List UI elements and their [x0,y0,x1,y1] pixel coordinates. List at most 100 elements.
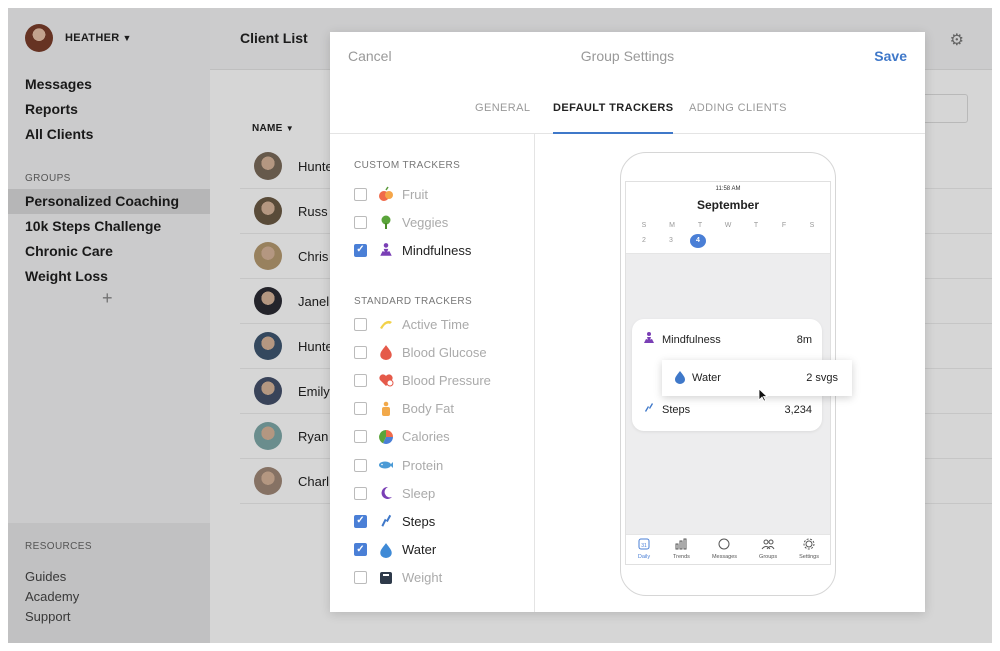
blood-glucose-icon [378,344,394,361]
client-name: Chris [298,248,329,264]
group-personalized-coaching[interactable]: Personalized Coaching [8,189,210,214]
tracker-label: Body Fat [402,401,455,417]
trends-tab[interactable]: Trends [673,535,690,564]
water-tracker-drag-item[interactable]: Water 2 svgs [662,360,852,396]
nav-all-clients[interactable]: All Clients [25,122,93,147]
client-name: Hunte [298,338,333,354]
client-name: Charli [298,473,332,489]
avatar [254,152,282,180]
calendar-date[interactable]: 2 [636,234,652,248]
daily-tab[interactable]: 31 Daily [637,535,651,564]
group-chronic-care[interactable]: Chronic Care [8,239,210,264]
avatar [254,467,282,495]
nav-reports[interactable]: Reports [25,97,93,122]
settings-tabs: GENERAL DEFAULT TRACKERS ADDING CLIENTS [330,94,925,134]
save-button[interactable]: Save [874,48,907,64]
checkbox[interactable] [354,430,367,444]
name-column-header[interactable]: NAME ▼ [252,123,294,134]
tracker-blood-glucose[interactable]: Blood Glucose [354,342,487,362]
groups-tab[interactable]: Groups [759,535,777,564]
divider [534,134,535,612]
checkbox[interactable] [354,514,367,528]
client-name: Emily [298,383,330,399]
group-weight-loss[interactable]: Weight Loss [8,264,210,289]
user-menu[interactable]: HEATHER ▼ [25,24,131,52]
link-guides[interactable]: Guides [25,567,79,587]
tracker-label: Blood Glucose [402,344,487,360]
tracker-label: Fruit [402,186,428,202]
checkbox[interactable] [354,373,367,387]
tracker-label: Blood Pressure [402,372,491,388]
body-fat-icon [378,401,394,417]
tracker-label: Water [402,542,437,558]
tracker-weight[interactable]: Weight [354,568,442,588]
calendar-date[interactable]: 3 [663,234,679,248]
checkbox[interactable] [354,402,367,416]
checkbox[interactable] [354,317,367,331]
weekday-label: S [641,222,647,229]
tracker-label: Mindfulness [402,242,472,258]
messages-tab[interactable]: Messages [712,535,737,564]
tab-label: Messages [711,554,738,560]
tracker-label: Protein [402,457,444,473]
tracker-fruit[interactable]: Fruit [354,184,428,204]
protein-icon [378,457,394,473]
avatar [254,377,282,405]
tracker-blood-pressure[interactable]: Blood Pressure [354,370,491,390]
tracker-label: Steps [402,513,436,529]
tracker-label: Weight [402,570,443,586]
tracker-water[interactable]: Water [354,540,436,560]
weight-icon [378,570,394,586]
group-10k-steps[interactable]: 10k Steps Challenge [8,214,210,239]
checkbox[interactable] [354,543,367,557]
calendar-date[interactable]: 4 [690,234,706,248]
checkbox[interactable] [354,187,367,201]
tracker-active-time[interactable]: Active Time [354,314,469,334]
tracker-label: Calories [402,429,450,445]
sidebar-nav: Messages Reports All Clients [25,72,93,147]
tracker-body-fat[interactable]: Body Fat [354,399,454,419]
resources-panel: RESOURCES Guides Academy Support [8,523,210,643]
resources-title: RESOURCES [25,541,92,552]
tracker-label: Active Time [402,316,470,332]
avatar [254,422,282,450]
avatar [254,242,282,270]
water-icon [674,370,686,387]
cancel-button[interactable]: Cancel [348,48,392,64]
tab-label: Groups [759,554,778,560]
tracker-steps[interactable]: Steps [354,511,435,531]
gear-icon[interactable]: ⚙ [950,30,964,50]
checkbox[interactable] [354,345,367,359]
tab-label: Settings [799,554,819,560]
link-support[interactable]: Support [25,607,79,627]
checkbox[interactable] [354,215,367,229]
settings-tab[interactable]: Settings [799,535,819,564]
tracker-calories[interactable]: Calories [354,427,450,447]
people-icon [761,538,775,554]
tracker-protein[interactable]: Protein [354,455,443,475]
tab-general[interactable]: GENERAL [475,102,530,134]
checkbox[interactable] [354,571,367,585]
nav-messages[interactable]: Messages [25,72,93,97]
calories-icon [378,429,394,445]
add-group-button[interactable]: + [102,288,113,309]
status-time: 11:58 AM [715,186,741,192]
steps-icon [642,401,656,418]
tracker-veggies[interactable]: Veggies [354,212,448,232]
tracker-sleep[interactable]: Sleep [354,483,435,503]
tab-adding-clients[interactable]: ADDING CLIENTS [689,102,787,134]
tracker-label: Sleep [402,485,436,501]
caret-down-icon: ▼ [122,33,132,43]
tab-default-trackers[interactable]: DEFAULT TRACKERS [553,102,674,134]
active-time-icon [378,316,394,332]
link-academy[interactable]: Academy [25,587,79,607]
calendar-header: 11:58 AM September S M T W T F S 234 [626,182,830,254]
checkbox[interactable] [354,486,367,500]
checkbox[interactable] [354,458,367,472]
user-name: HEATHER [65,32,120,44]
sleep-icon [378,485,394,501]
checkbox[interactable] [354,243,367,257]
groups-title: GROUPS [25,173,71,184]
custom-trackers-title: CUSTOM TRACKERS [354,160,461,171]
tracker-mindfulness[interactable]: Mindfulness [354,240,471,260]
